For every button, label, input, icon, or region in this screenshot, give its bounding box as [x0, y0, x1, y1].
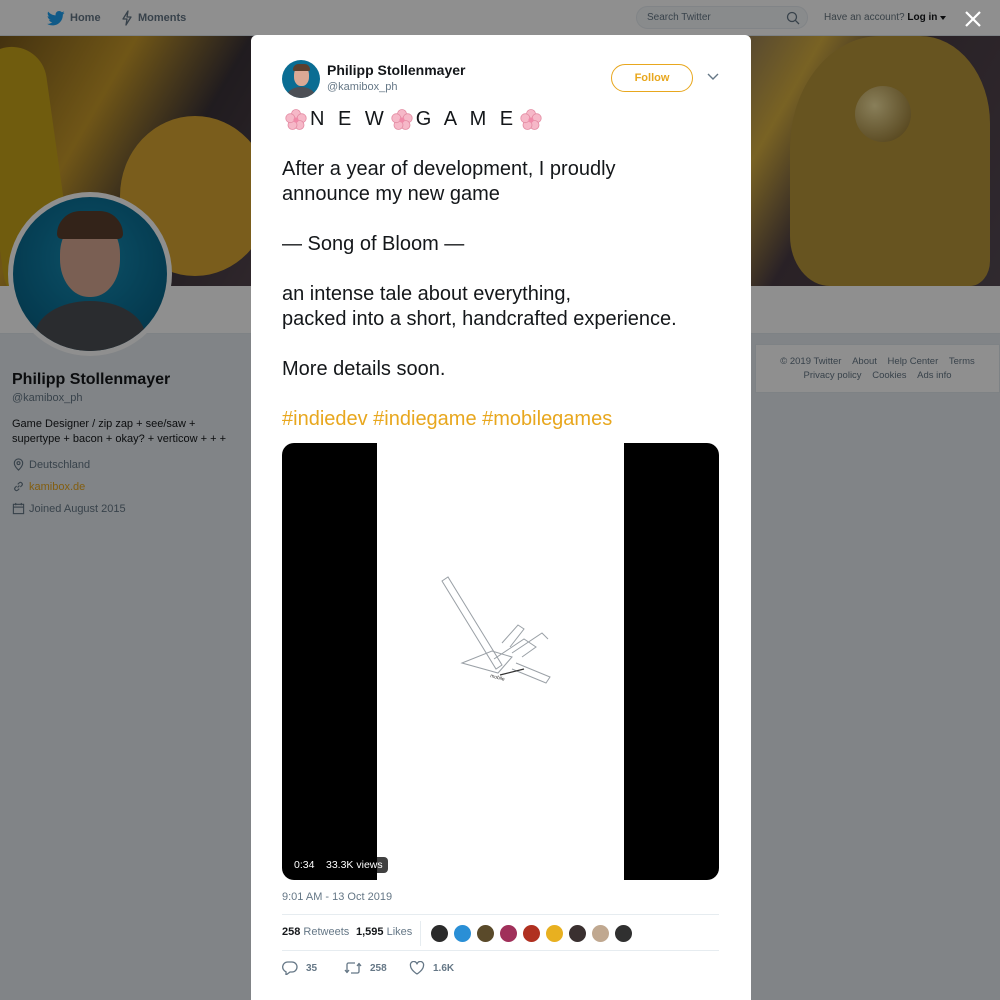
- tweet-line: After a year of development, I proudly: [282, 158, 616, 180]
- liker-avatar[interactable]: [476, 924, 495, 943]
- reply-count: 35: [306, 962, 318, 974]
- tweet-text: N E W G A M E After a year of developmen…: [282, 107, 727, 432]
- tweet-video[interactable]: mobile 0:34 33.3K views: [282, 443, 719, 880]
- likes-count: 1,595: [356, 926, 384, 938]
- tweet-headline: N E W G A M E: [282, 107, 727, 132]
- liker-avatar[interactable]: [545, 924, 564, 943]
- cherry-blossom-icon: [285, 108, 307, 130]
- heart-icon: [409, 961, 425, 975]
- tweet-timestamp[interactable]: 9:01 AM - 13 Oct 2019: [282, 891, 392, 903]
- headline-part-2: G A M E: [415, 108, 518, 130]
- liker-avatar[interactable]: [591, 924, 610, 943]
- cherry-blossom-icon: [391, 108, 413, 130]
- liker-avatar[interactable]: [430, 924, 449, 943]
- avatar-shirt: [287, 87, 315, 98]
- tweet-line: — Song of Bloom —: [282, 233, 465, 255]
- video-duration-badge: 0:34: [289, 857, 320, 873]
- tweet-actions: 35 258 1.6K: [282, 961, 719, 981]
- like-button[interactable]: 1.6K: [409, 961, 454, 975]
- reply-button[interactable]: 35: [282, 961, 317, 975]
- tweet-line: packed into a short, handcrafted experie…: [282, 308, 677, 330]
- chevron-down-icon[interactable]: [707, 73, 719, 81]
- tweet-author-handle[interactable]: @kamibox_ph: [327, 81, 397, 93]
- tweet-modal: Philipp Stollenmayer @kamibox_ph Follow …: [251, 35, 751, 1000]
- tweet-hashtags[interactable]: #indiedev #indiegame #mobilegames: [282, 407, 727, 432]
- liker-avatar[interactable]: [614, 924, 633, 943]
- stats-divider: [420, 921, 421, 946]
- close-icon[interactable]: [962, 8, 984, 30]
- retweet-icon: [344, 962, 362, 974]
- cherry-blossom-icon: [520, 108, 542, 130]
- tweet-line: More details soon.: [282, 358, 446, 380]
- headline-part-1: N E W: [310, 108, 388, 130]
- liker-avatar[interactable]: [522, 924, 541, 943]
- retweets-count: 258: [282, 926, 301, 938]
- likes-label: Likes: [386, 926, 413, 938]
- retweet-button[interactable]: 258: [344, 961, 387, 975]
- likes-stat[interactable]: 1,595 Likes: [356, 926, 412, 938]
- retweet-count: 258: [370, 962, 387, 974]
- retweets-label: Retweets: [303, 926, 350, 938]
- tweet-line: an intense tale about everything,: [282, 283, 572, 305]
- liker-avatar[interactable]: [453, 924, 472, 943]
- liker-avatar[interactable]: [568, 924, 587, 943]
- retweets-stat[interactable]: 258 Retweets: [282, 926, 349, 938]
- like-count: 1.6K: [433, 962, 455, 974]
- tweet-author-avatar[interactable]: [282, 60, 320, 98]
- tweet-author-name[interactable]: Philipp Stollenmayer: [327, 62, 465, 78]
- liker-avatar[interactable]: [499, 924, 518, 943]
- reply-icon: [282, 961, 298, 975]
- follow-button[interactable]: Follow: [611, 64, 693, 92]
- game-art-sketch: mobile: [441, 576, 551, 684]
- avatar-hair: [293, 64, 310, 71]
- tweet-line: announce my new game: [282, 183, 500, 205]
- tweet-stats: 258 Retweets 1,595 Likes: [282, 914, 719, 951]
- video-views-badge: 33.3K views: [321, 857, 388, 873]
